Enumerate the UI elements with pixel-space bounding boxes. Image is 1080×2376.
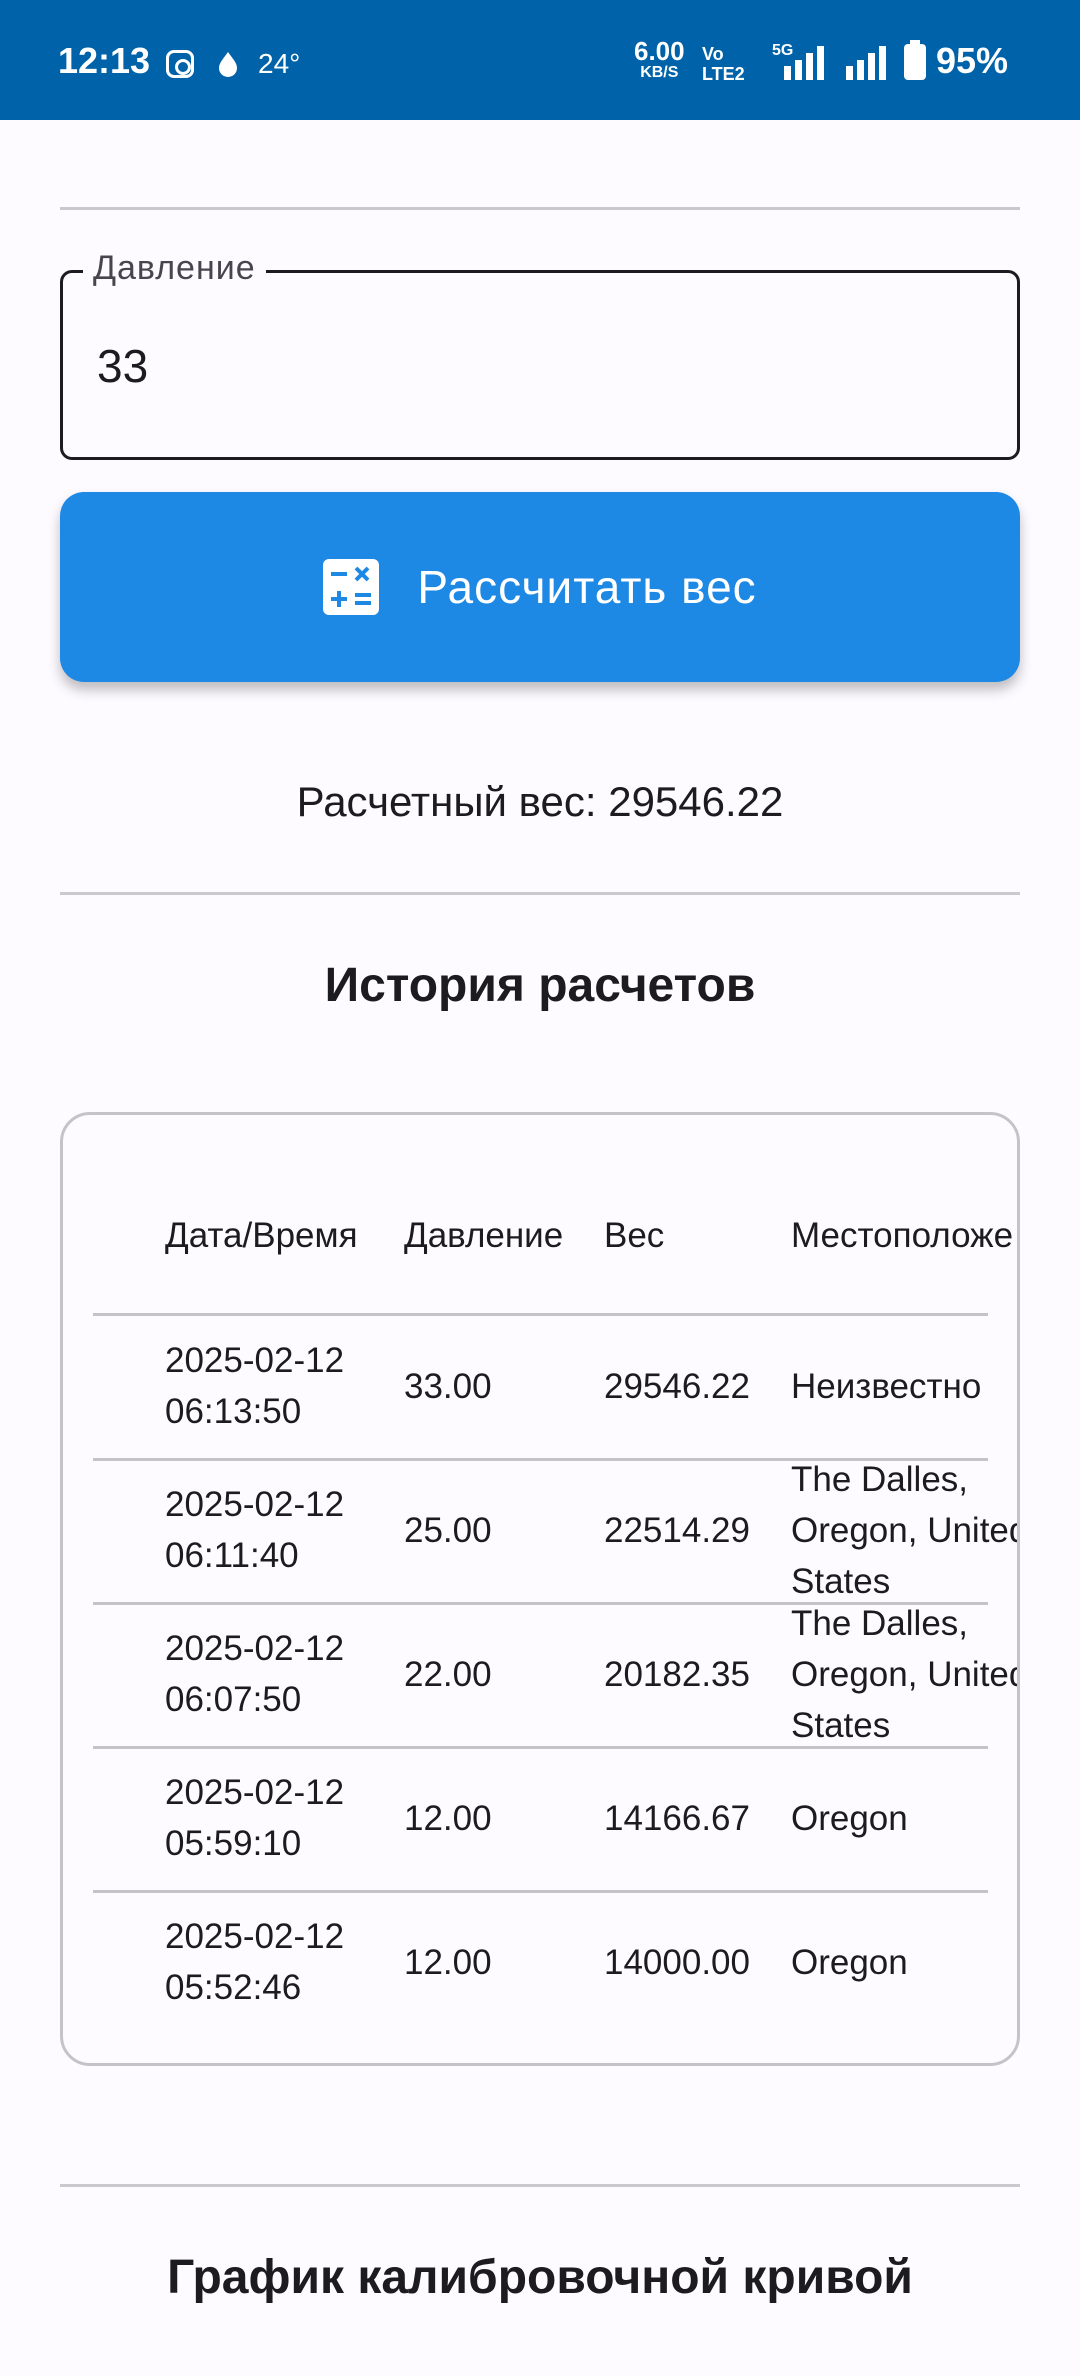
- battery-percent: 95%: [936, 40, 1009, 81]
- calculated-weight: Расчетный вес: 29546.22: [296, 778, 784, 825]
- pressure-label: Давление: [83, 249, 266, 288]
- pressure-input[interactable]: 33: [97, 339, 148, 393]
- cell-date: 2025-02-12: [165, 1485, 345, 1524]
- status-bar: 12:13 24° 6.00 KB/S Vo LTE2 5G 95%: [0, 0, 1080, 120]
- cell-location: Oregon: [791, 1799, 908, 1838]
- cell-weight: 14166.67: [604, 1799, 750, 1838]
- cell-time: 06:07:50: [165, 1680, 302, 1719]
- signal-icon: [846, 46, 886, 80]
- calculate-weight-label: Рассчитать вес: [417, 561, 757, 613]
- cell-pressure: 12.00: [404, 1799, 492, 1838]
- cell-date: 2025-02-12: [165, 1341, 345, 1380]
- cell-pressure: 12.00: [404, 1943, 492, 1982]
- row-divider: [93, 1746, 988, 1749]
- cell-date: 2025-02-12: [165, 1917, 345, 1956]
- cell-location-line1: The Dalles,: [791, 1604, 969, 1643]
- calculate-icon: [323, 559, 380, 615]
- cell-time: 05:59:10: [165, 1824, 302, 1863]
- cell-location-line2: Oregon, United: [791, 1511, 1020, 1550]
- cell-time: 05:52:46: [165, 1968, 302, 2007]
- cell-weight: 22514.29: [604, 1511, 750, 1550]
- cell-date: 2025-02-12: [165, 1629, 345, 1668]
- cell-date: 2025-02-12: [165, 1773, 345, 1812]
- cell-location: Неизвестно: [791, 1367, 982, 1406]
- status-time: 12:13: [58, 40, 151, 81]
- column-header-datetime: Дата/Время: [165, 1216, 358, 1255]
- cell-time: 06:11:40: [165, 1536, 299, 1575]
- volte-top: Vo: [702, 44, 724, 64]
- row-divider: [93, 1890, 988, 1893]
- battery-icon: [904, 40, 926, 80]
- row-divider: [93, 1313, 988, 1316]
- history-table[interactable]: Дата/Время Давление Вес Местоположе 2025…: [60, 1112, 1020, 2066]
- column-header-weight: Вес: [604, 1216, 665, 1255]
- drop-icon: [219, 52, 237, 77]
- divider: [60, 207, 1020, 210]
- network-speed-unit: KB/S: [640, 64, 679, 81]
- cell-location-line2: Oregon, United: [791, 1655, 1020, 1694]
- divider: [60, 892, 1020, 895]
- cell-location: Oregon: [791, 1943, 908, 1982]
- cell-pressure: 25.00: [404, 1511, 492, 1550]
- cell-location-line1: The Dalles,: [791, 1460, 969, 1499]
- cell-weight: 29546.22: [604, 1367, 750, 1406]
- status-temperature: 24°: [258, 48, 301, 79]
- network-speed: 6.00 KB/S: [634, 38, 685, 84]
- volte-bottom: LTE2: [702, 64, 745, 84]
- cell-weight: 20182.35: [604, 1655, 750, 1694]
- divider: [60, 2184, 1020, 2187]
- history-title: История расчетов: [324, 959, 756, 1012]
- cell-pressure: 33.00: [404, 1367, 492, 1406]
- cell-weight: 14000.00: [604, 1943, 750, 1982]
- column-header-pressure: Давление: [404, 1216, 564, 1255]
- cell-time: 06:13:50: [165, 1392, 302, 1431]
- column-header-location: Местоположе: [791, 1216, 1014, 1255]
- volte-indicator: Vo LTE2: [702, 44, 745, 84]
- calculate-weight-button[interactable]: Рассчитать вес: [60, 492, 1020, 682]
- cell-location-line3: States: [791, 1706, 891, 1745]
- pressure-field[interactable]: Давление 33: [60, 249, 1020, 460]
- cell-pressure: 22.00: [404, 1655, 492, 1694]
- signal-5g-icon: [784, 46, 824, 80]
- calibration-chart-title: График калибровочной кривой: [167, 2251, 913, 2304]
- instagram-icon: [166, 50, 194, 78]
